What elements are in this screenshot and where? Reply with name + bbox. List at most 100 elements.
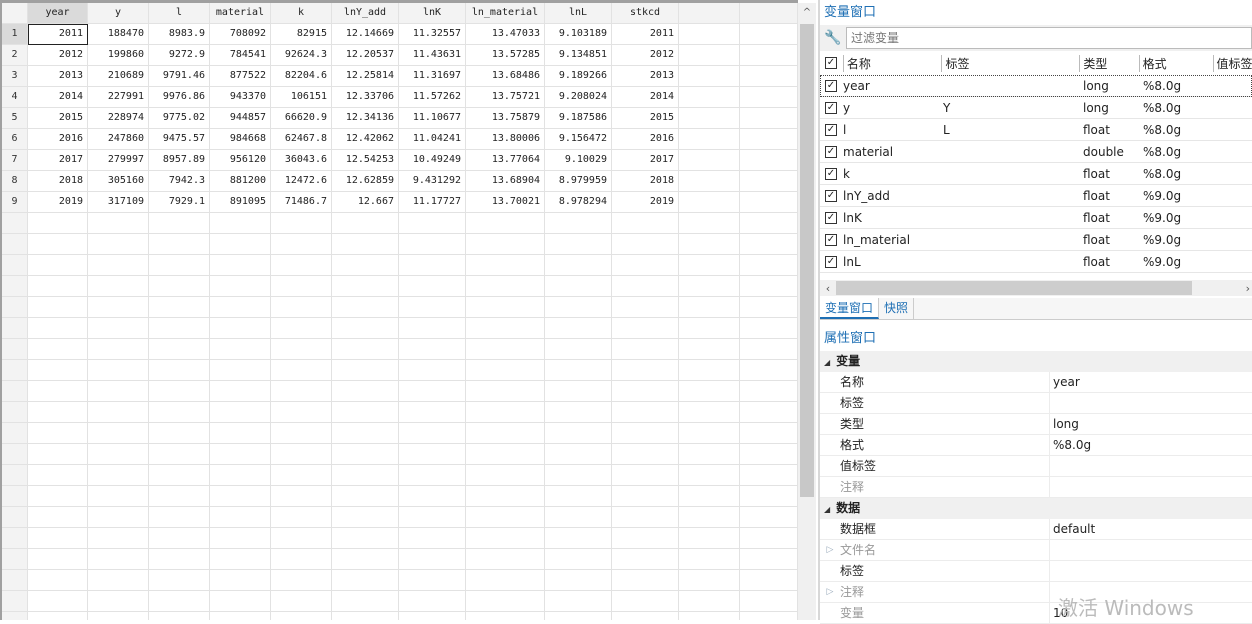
grid-cell[interactable]: 12.42062 bbox=[332, 129, 399, 150]
grid-cell[interactable] bbox=[149, 507, 210, 528]
grid-cell[interactable]: 11.17727 bbox=[399, 192, 466, 213]
grid-cell[interactable] bbox=[399, 360, 466, 381]
grid-cell[interactable] bbox=[740, 507, 798, 528]
grid-cell[interactable] bbox=[332, 528, 399, 549]
row-header[interactable] bbox=[2, 444, 28, 465]
grid-cell[interactable] bbox=[612, 444, 679, 465]
grid-cell[interactable] bbox=[545, 486, 612, 507]
grid-cell[interactable]: 9.187586 bbox=[545, 108, 612, 129]
grid-cell[interactable] bbox=[88, 360, 149, 381]
col-type[interactable]: 类型 bbox=[1079, 54, 1138, 72]
grid-cell[interactable] bbox=[679, 276, 740, 297]
grid-cell[interactable]: 9775.02 bbox=[149, 108, 210, 129]
grid-cell[interactable]: 8957.89 bbox=[149, 150, 210, 171]
grid-cell[interactable] bbox=[149, 318, 210, 339]
row-header[interactable]: 5 bbox=[2, 108, 28, 129]
grid-cell[interactable] bbox=[28, 360, 88, 381]
row-header[interactable]: 1 bbox=[2, 24, 28, 45]
tab-snapshots[interactable]: 快照 bbox=[879, 298, 915, 319]
property-value[interactable] bbox=[1050, 540, 1053, 560]
grid-cell[interactable] bbox=[466, 318, 545, 339]
grid-cell[interactable] bbox=[88, 297, 149, 318]
grid-cell[interactable] bbox=[545, 591, 612, 612]
grid-cell[interactable] bbox=[679, 108, 740, 129]
property-section[interactable]: ◢ 变量 bbox=[820, 351, 1252, 372]
grid-cell[interactable]: 13.68904 bbox=[466, 171, 545, 192]
grid-cell[interactable] bbox=[612, 276, 679, 297]
grid-cell[interactable] bbox=[545, 276, 612, 297]
grid-cell[interactable]: 2014 bbox=[612, 87, 679, 108]
property-row[interactable]: 注释 bbox=[820, 477, 1252, 498]
grid-cell[interactable] bbox=[332, 318, 399, 339]
grid-cell[interactable]: 82915 bbox=[271, 24, 332, 45]
grid-cell[interactable] bbox=[28, 465, 88, 486]
grid-cell[interactable] bbox=[740, 486, 798, 507]
grid-cell[interactable] bbox=[149, 612, 210, 620]
grid-cell[interactable] bbox=[466, 402, 545, 423]
grid-cell[interactable]: 944857 bbox=[210, 108, 271, 129]
grid-cell[interactable] bbox=[740, 318, 798, 339]
grid-cell[interactable] bbox=[679, 465, 740, 486]
grid-cell[interactable] bbox=[466, 528, 545, 549]
grid-cell[interactable] bbox=[740, 339, 798, 360]
grid-cell[interactable]: 36043.6 bbox=[271, 150, 332, 171]
grid-cell[interactable] bbox=[210, 297, 271, 318]
grid-cell[interactable] bbox=[271, 297, 332, 318]
row-header[interactable] bbox=[2, 276, 28, 297]
grid-cell[interactable] bbox=[210, 591, 271, 612]
grid-cell[interactable] bbox=[545, 528, 612, 549]
property-row[interactable]: 标签 bbox=[820, 393, 1252, 414]
grid-cell[interactable] bbox=[466, 276, 545, 297]
grid-cell[interactable] bbox=[740, 612, 798, 620]
row-header[interactable] bbox=[2, 570, 28, 591]
grid-cell[interactable]: 66620.9 bbox=[271, 108, 332, 129]
vertical-scrollbar[interactable]: ^ bbox=[798, 3, 816, 620]
property-value[interactable] bbox=[1050, 561, 1053, 581]
grid-cell[interactable] bbox=[679, 360, 740, 381]
grid-cell[interactable]: 7942.3 bbox=[149, 171, 210, 192]
grid-cell[interactable] bbox=[679, 507, 740, 528]
grid-cell[interactable] bbox=[740, 381, 798, 402]
grid-cell[interactable]: 11.31697 bbox=[399, 66, 466, 87]
grid-cell[interactable]: 2013 bbox=[612, 66, 679, 87]
grid-cell[interactable] bbox=[399, 444, 466, 465]
grid-cell[interactable] bbox=[332, 234, 399, 255]
grid-cell[interactable] bbox=[466, 444, 545, 465]
grid-cell[interactable]: 943370 bbox=[210, 87, 271, 108]
grid-cell[interactable] bbox=[332, 276, 399, 297]
grid-cell[interactable] bbox=[399, 612, 466, 620]
grid-cell[interactable] bbox=[399, 423, 466, 444]
grid-cell[interactable]: 984668 bbox=[210, 129, 271, 150]
grid-cell[interactable] bbox=[679, 444, 740, 465]
grid-cell[interactable] bbox=[210, 549, 271, 570]
grid-cell[interactable] bbox=[612, 381, 679, 402]
grid-cell[interactable]: 2016 bbox=[612, 129, 679, 150]
filter-variables-input[interactable] bbox=[846, 27, 1252, 49]
grid-cell[interactable] bbox=[679, 570, 740, 591]
grid-cell[interactable] bbox=[679, 150, 740, 171]
variable-row[interactable]: ✓ lnY_add float %9.0g bbox=[820, 185, 1252, 207]
grid-cell[interactable]: 11.43631 bbox=[399, 45, 466, 66]
grid-cell[interactable]: 71486.7 bbox=[271, 192, 332, 213]
grid-cell[interactable]: 11.10677 bbox=[399, 108, 466, 129]
grid-cell[interactable] bbox=[210, 402, 271, 423]
grid-cell[interactable] bbox=[271, 444, 332, 465]
grid-cell[interactable]: 9791.46 bbox=[149, 66, 210, 87]
grid-cell[interactable] bbox=[271, 528, 332, 549]
grid-cell[interactable] bbox=[271, 402, 332, 423]
grid-cell[interactable] bbox=[740, 444, 798, 465]
grid-cell[interactable]: 13.75879 bbox=[466, 108, 545, 129]
grid-cell[interactable] bbox=[612, 213, 679, 234]
grid-cell[interactable]: 13.80006 bbox=[466, 129, 545, 150]
grid-cell[interactable] bbox=[679, 486, 740, 507]
grid-cell[interactable] bbox=[88, 528, 149, 549]
grid-cell[interactable] bbox=[466, 591, 545, 612]
grid-cell[interactable] bbox=[679, 591, 740, 612]
grid-cell[interactable]: 2012 bbox=[612, 45, 679, 66]
grid-cell[interactable] bbox=[399, 381, 466, 402]
variable-checkbox[interactable]: ✓ bbox=[825, 211, 837, 224]
grid-cell[interactable]: 2015 bbox=[28, 108, 88, 129]
grid-cell[interactable] bbox=[271, 423, 332, 444]
horizontal-scrollbar[interactable]: ‹ › bbox=[820, 280, 1252, 296]
grid-cell[interactable]: 956120 bbox=[210, 150, 271, 171]
